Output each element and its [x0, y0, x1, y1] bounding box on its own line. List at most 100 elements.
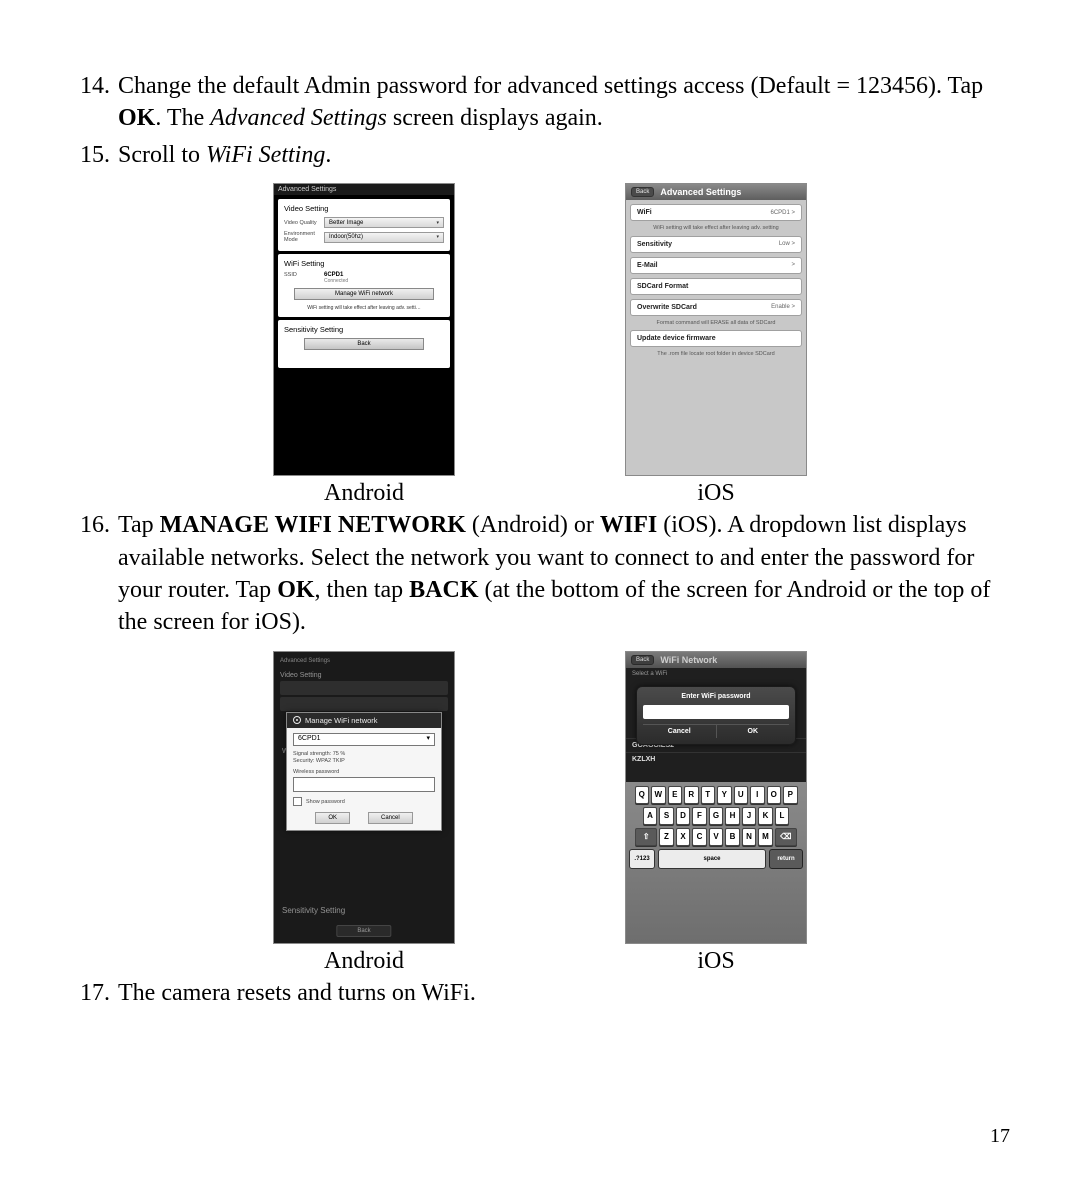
signal-info: Signal strength: 75 % Security: WPA2 TKI… — [293, 751, 435, 765]
bg-row — [280, 697, 448, 711]
value: 6CPD1 > — [770, 210, 795, 216]
title-text: Manage WiFi network — [305, 716, 378, 725]
figure-android-b: Advanced Settings Video Setting W Sensit… — [273, 651, 455, 975]
label: SSID — [284, 272, 324, 284]
sensitivity-cell[interactable]: SensitivityLow > — [630, 236, 802, 253]
wifi-cell[interactable]: WiFi 6CPD1 > — [630, 204, 802, 221]
key-o[interactable]: O — [767, 786, 782, 804]
password-input[interactable] — [293, 777, 435, 792]
step-number: 16. — [70, 509, 118, 639]
value: Better Image — [329, 218, 363, 228]
sdcard-format-cell[interactable]: SDCard Format — [630, 278, 802, 295]
key-k[interactable]: K — [758, 807, 773, 825]
step-number: 14. — [70, 70, 118, 135]
key-a[interactable]: A — [643, 807, 658, 825]
ios-wifi-password: Back WiFi Network Select a WiFi GOAGGIES… — [625, 651, 807, 944]
dropdown-icon: ▾ — [436, 218, 439, 228]
popup-title: Enter WiFi password — [643, 693, 789, 700]
back-button[interactable]: Back — [631, 187, 654, 197]
key-l[interactable]: L — [775, 807, 790, 825]
titlebar: Advanced Settings — [274, 184, 454, 195]
nav-title: WiFi Network — [660, 655, 717, 665]
key: E-Mail — [637, 262, 658, 269]
step-list: 14. Change the default Admin password fo… — [70, 70, 1010, 171]
key-backspace[interactable]: ⌫ — [775, 828, 797, 846]
manage-wifi-button[interactable]: Manage WiFi network — [294, 288, 434, 300]
firmware-note: The .rom file locate root folder in devi… — [630, 351, 802, 358]
figure-ios-b: Back WiFi Network Select a WiFi GOAGGIES… — [625, 651, 807, 975]
key-p[interactable]: P — [783, 786, 798, 804]
key-z[interactable]: Z — [659, 828, 674, 846]
navbar: Back WiFi Network — [626, 652, 806, 668]
panel-heading: Video Setting — [284, 204, 444, 213]
key-y[interactable]: Y — [717, 786, 732, 804]
password-popup: Enter WiFi password Cancel OK — [636, 686, 796, 745]
key-u[interactable]: U — [734, 786, 749, 804]
key-s[interactable]: S — [659, 807, 674, 825]
key-return[interactable]: return — [769, 849, 803, 869]
key-f[interactable]: F — [692, 807, 707, 825]
wifi-item[interactable]: KZLXH — [626, 752, 806, 766]
key-i[interactable]: I — [750, 786, 765, 804]
key-shift[interactable]: ⇧ — [635, 828, 657, 846]
key-e[interactable]: E — [668, 786, 683, 804]
key-q[interactable]: Q — [635, 786, 650, 804]
key-t[interactable]: T — [701, 786, 716, 804]
dropdown-icon: ▾ — [436, 232, 439, 242]
password-label: Wireless password — [293, 769, 435, 775]
back-button[interactable]: Back — [336, 925, 391, 937]
key-n[interactable]: N — [742, 828, 757, 846]
update-firmware-cell[interactable]: Update device firmware — [630, 330, 802, 347]
step-15: 15. Scroll to WiFi Setting. — [70, 139, 1010, 171]
bg-title: Advanced Settings — [274, 652, 454, 670]
key-v[interactable]: V — [709, 828, 724, 846]
email-cell[interactable]: E-Mail> — [630, 257, 802, 274]
manage-wifi-dialog: Manage WiFi network 6CPD1▾ Signal streng… — [286, 712, 442, 831]
key-h[interactable]: H — [725, 807, 740, 825]
text: . The — [155, 105, 210, 131]
text: Change the default Admin password for ad… — [118, 73, 983, 99]
key-symbols[interactable]: .?123 — [629, 849, 655, 869]
video-quality-row: Video Quality Better Image▾ — [284, 217, 444, 228]
format-note: Format command will ERASE all data of SD… — [630, 320, 802, 327]
back-label: BACK — [409, 577, 478, 603]
env-mode-select[interactable]: Indoor(50hz)▾ — [324, 232, 444, 243]
key-space[interactable]: space — [658, 849, 766, 869]
cancel-button[interactable]: Cancel — [643, 724, 717, 738]
key-g[interactable]: G — [709, 807, 724, 825]
text: Scroll to — [118, 142, 206, 168]
dialog-buttons: OK Cancel — [293, 812, 435, 824]
key-b[interactable]: B — [725, 828, 740, 846]
back-button[interactable]: Back — [631, 655, 654, 665]
figure-ios-a: Back Advanced Settings WiFi 6CPD1 > WiFi … — [625, 183, 807, 507]
nav-title: Advanced Settings — [660, 187, 741, 197]
show-password-check[interactable]: Show password — [293, 797, 435, 806]
key-r[interactable]: R — [684, 786, 699, 804]
label: Environment Mode — [284, 231, 324, 243]
wifi-panel: WiFi Setting SSID 6CPD1 Connected Manage… — [278, 254, 450, 317]
key-m[interactable]: M — [758, 828, 773, 846]
key-w[interactable]: W — [651, 786, 666, 804]
key: WiFi — [637, 209, 652, 216]
overwrite-sdcard-cell[interactable]: Overwrite SDCardEnable > — [630, 299, 802, 316]
bg-video-setting: Video Setting — [274, 672, 454, 679]
key-x[interactable]: X — [676, 828, 691, 846]
select-label: Select a WiFi — [626, 668, 806, 680]
wifi-note: WiFi setting will take effect after leav… — [630, 225, 802, 232]
password-input[interactable] — [643, 705, 789, 719]
popup-buttons: Cancel OK — [643, 724, 789, 738]
cancel-button[interactable]: Cancel — [368, 812, 413, 824]
key-c[interactable]: C — [692, 828, 707, 846]
video-quality-select[interactable]: Better Image ▾ — [324, 217, 444, 228]
kbd-row-1: QWERTYUIOP — [629, 786, 803, 804]
back-button[interactable]: Back — [304, 338, 424, 350]
manage-label: MANAGE WIFI NETWORK — [160, 512, 466, 538]
key-j[interactable]: J — [742, 807, 757, 825]
ssid-select[interactable]: 6CPD1▾ — [293, 733, 435, 746]
wifi-hint: WiFi setting will take effect after leav… — [284, 304, 444, 312]
key-d[interactable]: D — [676, 807, 691, 825]
ok-button[interactable]: OK — [717, 724, 790, 738]
page-number: 17 — [990, 1125, 1010, 1148]
caption: Android — [324, 948, 404, 975]
ok-button[interactable]: OK — [315, 812, 350, 824]
